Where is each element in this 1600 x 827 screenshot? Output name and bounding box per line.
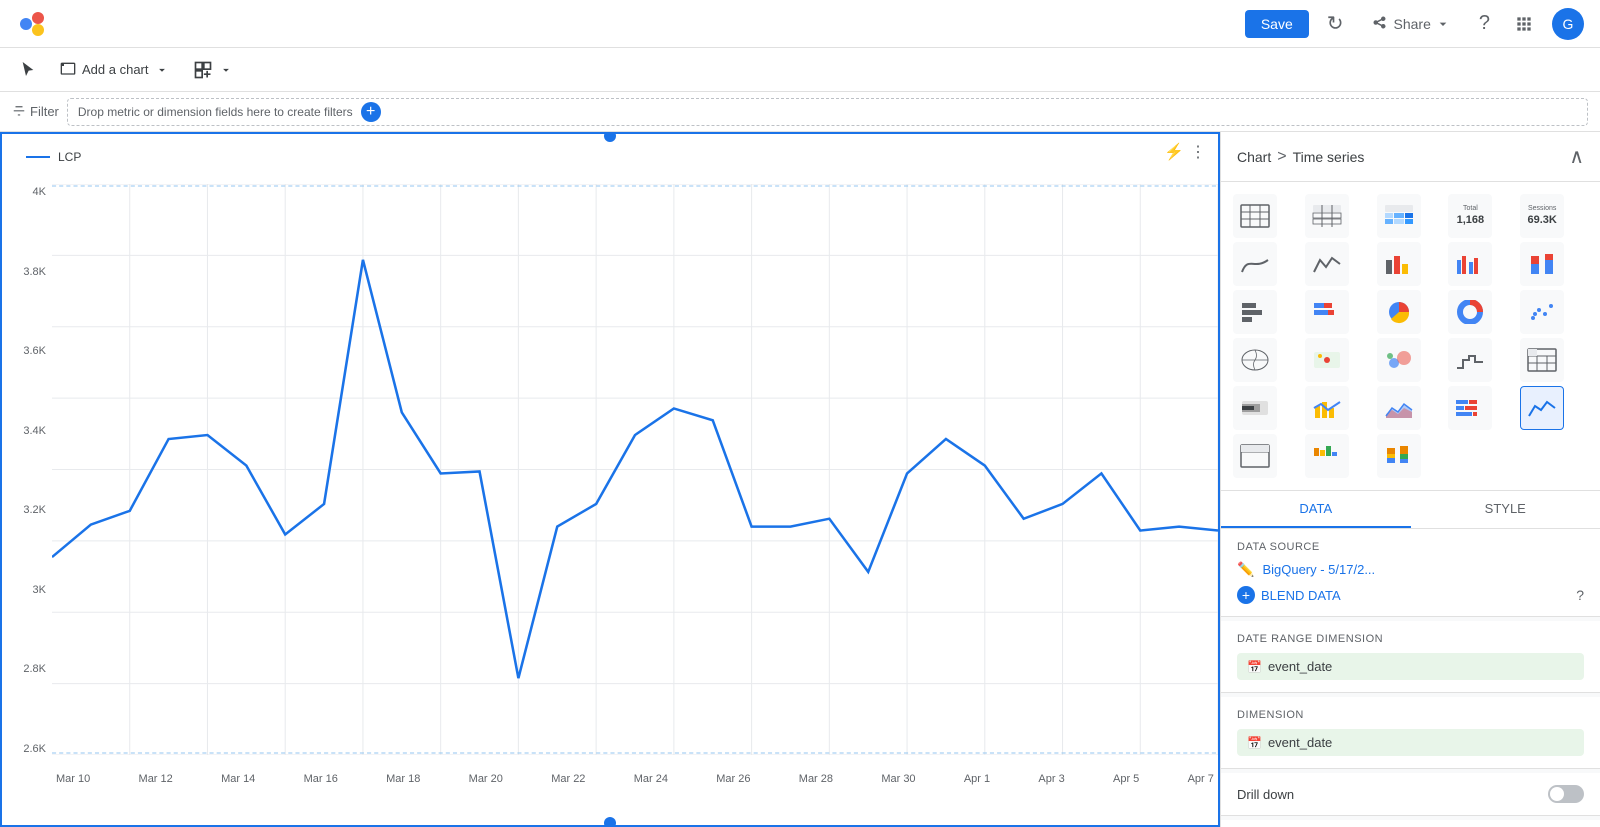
chart-legend: LCP [26, 150, 81, 164]
calendar-icon-2: 📅 [1247, 736, 1262, 750]
avatar[interactable]: G [1552, 8, 1584, 40]
blend-data-button[interactable]: + BLEND DATA ? [1237, 586, 1584, 604]
chart-type-area-stepped[interactable] [1448, 338, 1492, 382]
filter-bar: Filter Drop metric or dimension fields h… [0, 92, 1600, 132]
chart-type-table-simple[interactable] [1233, 194, 1277, 238]
chart-type-pie[interactable] [1377, 290, 1421, 334]
add-chart-button[interactable]: Add a chart [52, 56, 177, 84]
chart-type-scorecard-total[interactable]: Total 1,168 [1448, 194, 1492, 238]
chart-type-bar-horizontal-stacked[interactable] [1305, 290, 1349, 334]
chart-type-stacked-color[interactable] [1377, 434, 1421, 478]
save-button[interactable]: Save [1245, 10, 1309, 38]
chart-type-bar-stacked[interactable] [1520, 242, 1564, 286]
date-range-label: Date Range Dimension [1237, 633, 1584, 645]
tab-data[interactable]: DATA [1221, 491, 1411, 528]
chart-type-table-full[interactable] [1305, 194, 1349, 238]
cursor-tool-button[interactable] [12, 56, 44, 84]
data-source-label: Data source [1237, 541, 1584, 553]
dimension-field-chip[interactable]: 📅 event_date [1237, 729, 1584, 756]
chart-svg-container: 4K 3.8K 3.6K 3.4K 3.2K 3K 2.8K 2.6K [2, 184, 1218, 785]
chart-type-table-heat[interactable] [1377, 194, 1421, 238]
data-source-name[interactable]: BigQuery - 5/17/2... [1262, 562, 1375, 577]
more-options-icon[interactable]: ⋮ [1190, 142, 1206, 162]
toolbar: Add a chart [0, 48, 1600, 92]
chart-type-grid: Total 1,168 Sessions 69.3K [1221, 182, 1600, 491]
chart-type-bar[interactable] [1377, 242, 1421, 286]
chart-type-smooth-line[interactable] [1233, 242, 1277, 286]
panel-tabs: DATA STYLE [1221, 491, 1600, 529]
breakdown-dimension-section: Breakdown Dimension RBC metric_name [1221, 820, 1600, 827]
chart-type-bubble[interactable] [1377, 338, 1421, 382]
chart-action-toolbar: ⚡ ⋮ [1164, 142, 1206, 162]
blend-icon: + [1237, 586, 1255, 604]
chart-type-time-series[interactable] [1520, 386, 1564, 430]
right-panel: Chart > Time series ∧ Total 1,168 [1220, 132, 1600, 827]
data-source-section: Data source ✏️ BigQuery - 5/17/2... + BL… [1221, 529, 1600, 617]
edit-icon: ✏️ [1237, 561, 1254, 578]
help-button[interactable]: ? [1473, 6, 1496, 41]
line-chart-svg [52, 184, 1218, 755]
dimension-label: Dimension [1237, 709, 1584, 721]
top-nav: Save ↻ Share ? G [0, 0, 1600, 48]
calendar-icon: 📅 [1247, 660, 1262, 674]
chart-type-area-multi[interactable] [1377, 386, 1421, 430]
help-icon[interactable]: ? [1576, 587, 1584, 603]
add-element-button[interactable] [185, 54, 241, 86]
chart-type-pivot-table[interactable] [1520, 338, 1564, 382]
date-range-field-chip[interactable]: 📅 event_date [1237, 653, 1584, 680]
data-source-row: ✏️ BigQuery - 5/17/2... [1237, 561, 1584, 578]
drill-down-toggle-row: Drill down [1237, 785, 1584, 803]
chart-type-donut[interactable] [1448, 290, 1492, 334]
chart-type-color-bar[interactable] [1305, 434, 1349, 478]
add-filter-button[interactable]: + [361, 102, 381, 122]
chart-type-bar-horizontal[interactable] [1233, 290, 1277, 334]
chart-type-table-extra1[interactable] [1233, 434, 1277, 478]
legend-line [26, 156, 50, 158]
chart-resize-handle-bottom[interactable] [604, 817, 616, 827]
chart-type-straight-line[interactable] [1305, 242, 1349, 286]
drill-down-label: Drill down [1237, 787, 1294, 802]
drill-down-section: Drill down [1221, 773, 1600, 816]
chart-type-combo[interactable] [1305, 386, 1349, 430]
chart-area: LCP ⚡ ⋮ 4K 3.8K 3.6K 3.4K 3.2K 3K 2.8K 2… [0, 132, 1220, 827]
filter-label: Filter [12, 104, 59, 119]
filter-drop-area[interactable]: Drop metric or dimension fields here to … [67, 98, 1588, 126]
x-axis-labels: Mar 10 Mar 12 Mar 14 Mar 16 Mar 18 Mar 2… [52, 773, 1218, 785]
refresh-button[interactable]: ↻ [1321, 5, 1350, 42]
chart-type-bar-multi[interactable] [1448, 242, 1492, 286]
logo [16, 8, 48, 40]
chart-type-scorecard-sessions[interactable]: Sessions 69.3K [1520, 194, 1564, 238]
dimension-section: Dimension 📅 event_date [1221, 697, 1600, 769]
panel-breadcrumb: Chart > Time series [1237, 148, 1364, 166]
lightning-icon[interactable]: ⚡ [1164, 142, 1184, 162]
chart-type-segment-bars[interactable] [1448, 386, 1492, 430]
chart-type-bullet[interactable] [1233, 386, 1277, 430]
share-button[interactable]: Share [1362, 9, 1461, 39]
panel-header: Chart > Time series ∧ [1221, 132, 1600, 182]
close-panel-button[interactable]: ∧ [1569, 144, 1584, 169]
chart-type-geo-2[interactable] [1305, 338, 1349, 382]
chart-type-scatter[interactable] [1520, 290, 1564, 334]
drill-down-toggle[interactable] [1548, 785, 1584, 803]
date-range-dimension-section: Date Range Dimension 📅 event_date [1221, 621, 1600, 693]
chart-resize-handle-top[interactable] [604, 132, 616, 142]
tab-style[interactable]: STYLE [1411, 491, 1600, 528]
apps-button[interactable] [1508, 8, 1540, 40]
main-content: LCP ⚡ ⋮ 4K 3.8K 3.6K 3.4K 3.2K 3K 2.8K 2… [0, 132, 1600, 827]
chart-type-geo-1[interactable] [1233, 338, 1277, 382]
y-axis-labels: 4K 3.8K 3.6K 3.4K 3.2K 3K 2.8K 2.6K [2, 184, 52, 755]
